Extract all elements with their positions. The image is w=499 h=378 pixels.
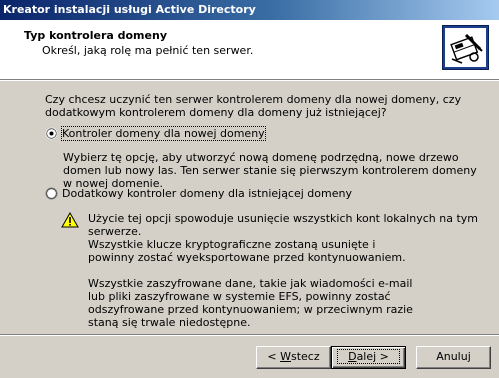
wizard-header: Typ kontrolera domeny Określ, jaką rolę … — [0, 20, 499, 79]
cancel-button-label: Anuluj — [436, 350, 471, 363]
page-subtitle: Określ, jaką rolę ma pełnić ten serwer. — [42, 44, 254, 57]
warning-triangle-icon — [61, 212, 79, 228]
question-text: Czy chcesz uczynić ten serwer kontrolere… — [45, 93, 462, 119]
option-new-domain-label: Kontroler domeny dla nowej domeny — [62, 127, 265, 140]
title-bar[interactable]: Kreator instalacji usługi Active Directo… — [0, 0, 499, 20]
back-button-hotkey: W — [280, 350, 291, 363]
footer-divider-highlight — [0, 335, 499, 336]
radio-additional-dc-label[interactable]: Dodatkowy kontroler domeny dla istniejąc… — [62, 187, 352, 200]
next-button-hotkey: D — [348, 350, 357, 363]
back-button-prefix: < — [267, 350, 281, 363]
cancel-button[interactable]: Anuluj — [416, 346, 491, 369]
page-title: Typ kontrolera domeny — [24, 29, 167, 42]
next-button-focus: Dalej > — [337, 349, 400, 364]
back-button[interactable]: < Wstecz — [256, 346, 331, 369]
next-button-label: alej > — [356, 350, 389, 363]
option-additional-dc-label: Dodatkowy kontroler domeny dla istniejąc… — [62, 187, 352, 200]
note-crypto-keys: Wszystkie klucze kryptograficzne zostaną… — [88, 238, 406, 264]
option-new-domain-description: Wybierz tę opcję, aby utworzyć nową dome… — [63, 151, 477, 190]
back-button-label: stecz — [290, 350, 320, 363]
window-title: Kreator instalacji usługi Active Directo… — [3, 3, 256, 16]
header-divider-highlight — [0, 80, 499, 81]
radio-new-domain[interactable] — [45, 127, 58, 140]
directory-book-icon — [442, 25, 489, 70]
radio-additional-dc[interactable] — [45, 187, 58, 200]
note-encrypted-data: Wszystkie zaszyfrowane dane, takie jak w… — [88, 277, 413, 329]
warning-text: Użycie tej opcji spowoduje usunięcie wsz… — [88, 212, 478, 238]
wizard-window: Kreator instalacji usługi Active Directo… — [0, 0, 499, 378]
next-button[interactable]: Dalej > — [331, 346, 406, 369]
radio-new-domain-label[interactable]: Kontroler domeny dla nowej domeny — [61, 126, 266, 141]
